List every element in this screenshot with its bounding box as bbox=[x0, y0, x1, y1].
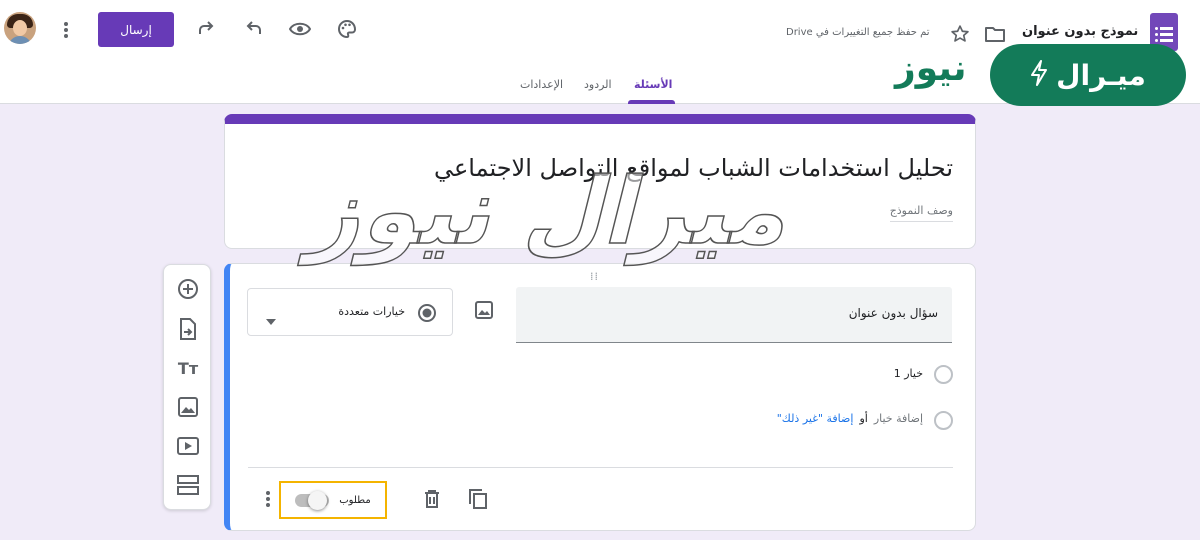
import-questions-icon[interactable] bbox=[174, 315, 202, 343]
send-button[interactable]: إرسال bbox=[98, 12, 174, 47]
or-text: أو bbox=[859, 412, 868, 425]
form-title[interactable]: تحليل استخدامات الشباب لمواقع التواصل ال… bbox=[434, 154, 953, 182]
form-description-field[interactable]: وصف النموذج bbox=[889, 204, 953, 222]
palette-icon[interactable] bbox=[331, 13, 363, 45]
add-video-icon[interactable] bbox=[174, 432, 202, 460]
add-option-radio bbox=[934, 411, 953, 430]
add-image-icon[interactable] bbox=[469, 295, 499, 325]
add-option-link[interactable]: إضافة خيار bbox=[874, 412, 923, 425]
form-header-card: تحليل استخدامات الشباب لمواقع التواصل ال… bbox=[224, 114, 976, 249]
add-image-tool-icon[interactable] bbox=[174, 393, 202, 421]
undo-icon[interactable] bbox=[238, 13, 270, 45]
tab-questions[interactable]: الأسئلة bbox=[634, 78, 672, 91]
option-radio bbox=[934, 365, 953, 384]
save-status: تم حفظ جميع التغييرات في Drive bbox=[786, 27, 930, 38]
option-1-label[interactable]: خيار 1 bbox=[894, 367, 923, 380]
delete-icon[interactable] bbox=[416, 483, 448, 515]
required-label: مطلوب bbox=[339, 494, 371, 506]
dropdown-arrow-icon bbox=[266, 310, 276, 329]
preview-icon[interactable] bbox=[284, 13, 316, 45]
active-tab-indicator bbox=[628, 100, 675, 104]
lightning-icon bbox=[1030, 60, 1048, 90]
folder-icon[interactable] bbox=[979, 18, 1011, 50]
tab-responses[interactable]: الردود bbox=[584, 78, 612, 91]
question-type-label: خيارات متعددة bbox=[338, 305, 405, 318]
form-name[interactable]: نموذج بدون عنوان bbox=[1022, 24, 1138, 39]
tab-settings[interactable]: الإعدادات bbox=[520, 78, 563, 91]
drag-handle-icon[interactable]: ⁞⁞ bbox=[590, 270, 599, 283]
more-options-icon[interactable] bbox=[258, 483, 278, 515]
toggle-switch[interactable] bbox=[295, 490, 330, 510]
question-toolbox: Tт bbox=[163, 264, 211, 510]
star-icon[interactable] bbox=[944, 18, 976, 50]
add-other-link[interactable]: إضافة "غير ذلك" bbox=[777, 412, 854, 425]
add-option-row: إضافة خيار أو إضافة "غير ذلك" bbox=[777, 412, 923, 425]
brand-badge-text: ميـرال bbox=[1056, 58, 1146, 92]
duplicate-icon[interactable] bbox=[462, 483, 494, 515]
brand-secondary-text: نيوز bbox=[895, 48, 967, 89]
avatar[interactable] bbox=[4, 12, 36, 44]
footer-divider bbox=[248, 467, 953, 468]
add-section-icon[interactable] bbox=[174, 471, 202, 499]
title-text-icon[interactable]: Tт bbox=[174, 354, 202, 382]
add-question-icon[interactable] bbox=[174, 275, 202, 303]
more-vert-icon[interactable] bbox=[50, 14, 82, 46]
question-title-field[interactable]: سؤال بدون عنوان bbox=[516, 287, 952, 343]
brand-badge: ميـرال bbox=[990, 44, 1186, 106]
radio-type-icon bbox=[417, 303, 437, 327]
question-title: سؤال بدون عنوان bbox=[848, 306, 938, 320]
question-type-select[interactable]: خيارات متعددة bbox=[247, 288, 453, 336]
required-toggle[interactable]: مطلوب bbox=[279, 481, 387, 519]
redo-icon[interactable] bbox=[190, 13, 222, 45]
